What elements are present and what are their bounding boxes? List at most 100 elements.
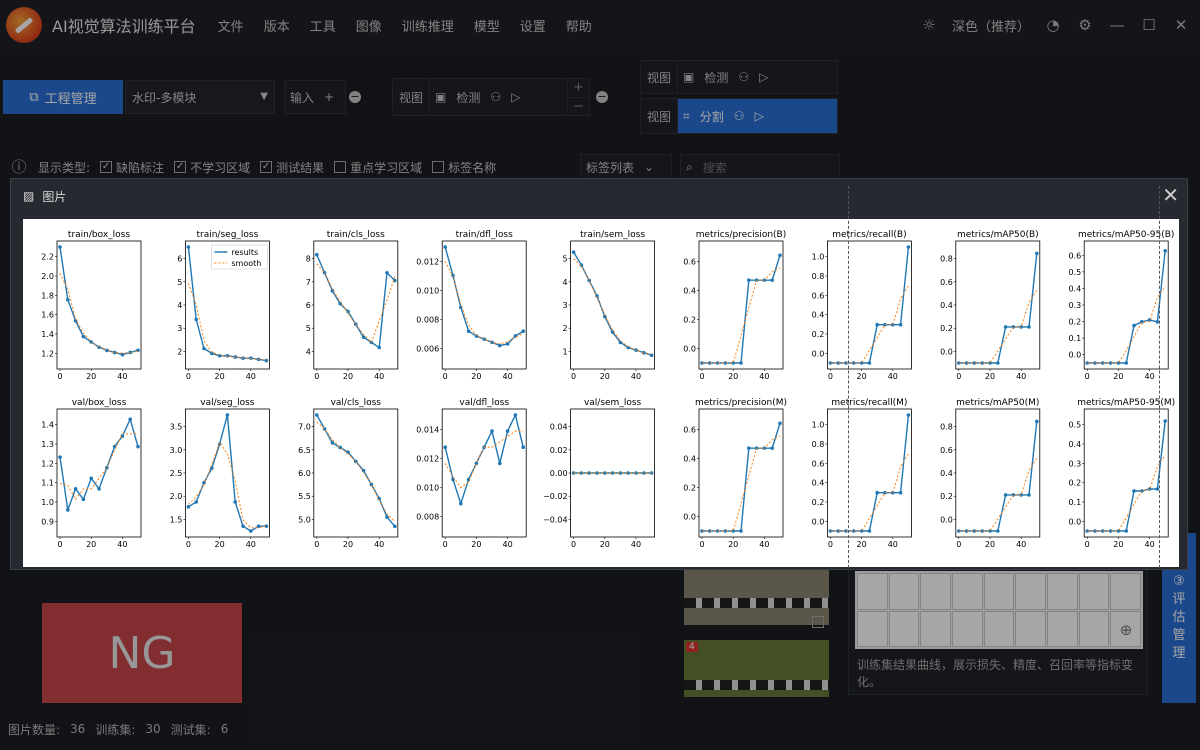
panel-frame: [441, 240, 527, 370]
results-point: [322, 270, 327, 275]
results-point: [906, 245, 911, 249]
y-tick-label: 1.3: [41, 440, 54, 449]
x-tick-label: 40: [631, 540, 641, 549]
panel-title: val/cls_loss: [331, 398, 382, 408]
results-point: [490, 429, 494, 433]
y-tick-label: 0.0: [812, 517, 825, 526]
x-tick-label: 20: [985, 540, 995, 549]
results-point: [233, 500, 237, 504]
y-tick-label: 0.2: [683, 484, 696, 493]
y-tick-label: 0.1: [1068, 498, 1081, 507]
y-tick-label: 7.0: [298, 423, 311, 432]
results-point: [747, 446, 751, 450]
y-tick-label: −0.04: [543, 515, 568, 524]
results-point: [521, 445, 525, 450]
results-point: [571, 250, 576, 254]
x-tick-label: 0: [1085, 540, 1090, 549]
results-point: [241, 524, 245, 528]
x-tick-label: 40: [759, 540, 769, 549]
results-point: [443, 445, 448, 450]
dialog-header: ▨ 图片: [11, 179, 1187, 213]
x-tick-label: 0: [1085, 372, 1090, 381]
x-tick-label: 0: [186, 540, 191, 549]
results-point: [770, 278, 774, 282]
results-point: [89, 476, 93, 481]
results-point: [466, 329, 471, 334]
x-tick-label: 20: [728, 372, 738, 381]
y-tick-label: 0.0: [812, 349, 825, 358]
y-tick-label: 4: [306, 347, 311, 356]
y-tick-label: 7: [306, 278, 311, 287]
x-tick-label: 40: [631, 372, 641, 381]
y-tick-label: 0.6: [940, 446, 953, 455]
y-tick-label: 0.8: [812, 440, 825, 449]
results-point: [1003, 325, 1008, 329]
y-tick-label: 0.8: [940, 423, 953, 432]
x-tick-label: 0: [828, 540, 833, 549]
results-point: [898, 322, 903, 327]
y-tick-label: 0.008: [416, 316, 439, 325]
results-point: [513, 413, 518, 417]
dialog-title: 图片: [42, 189, 67, 204]
results-point: [1035, 251, 1039, 256]
x-tick-label: 20: [86, 372, 96, 381]
panel-title: metrics/recall(M): [831, 398, 907, 408]
results-point: [73, 487, 78, 491]
dialog-close-icon[interactable]: ✕: [1162, 185, 1179, 205]
panel-title: train/dfl_loss: [456, 230, 514, 240]
panel-title: metrics/precision(B): [696, 230, 787, 240]
y-tick-label: 0.2: [683, 316, 696, 325]
results-point: [1027, 493, 1031, 497]
y-tick-label: 0.00: [550, 469, 568, 478]
y-tick-label: 1.1: [41, 479, 54, 488]
y-tick-label: 1.0: [41, 498, 54, 507]
x-tick-label: 0: [699, 540, 704, 549]
y-tick-label: 0.0: [683, 513, 696, 522]
results-chart: train/box_loss1.21.41.61.82.02.20 20 40tra…: [41, 230, 1175, 549]
x-tick-label: 0: [314, 540, 319, 549]
y-tick-label: 0.4: [1068, 284, 1081, 293]
y-tick-label: 0.2: [812, 498, 825, 507]
x-tick-label: 20: [600, 372, 610, 381]
results-point: [58, 245, 62, 249]
x-tick-label: 20: [600, 540, 610, 549]
y-tick-label: 0.2: [812, 330, 825, 339]
results-point: [443, 245, 448, 249]
image-dialog: ▨ 图片 ✕ train/box_loss 1.2 1.4 1.6 1.8 2.0 2.2 0…: [10, 178, 1188, 570]
results-point: [898, 490, 903, 495]
y-tick-label: 1: [563, 347, 568, 356]
results-point: [587, 278, 591, 283]
y-tick-label: 0.010: [416, 484, 439, 493]
y-tick-label: 0.02: [550, 446, 568, 455]
results-point: [186, 245, 191, 249]
x-tick-label: 20: [343, 540, 353, 549]
results-point: [97, 487, 101, 491]
x-tick-label: 0: [956, 540, 961, 549]
results-point: [996, 529, 1000, 533]
x-tick-label: 0: [699, 372, 704, 381]
y-tick-label: 2: [177, 347, 182, 356]
panel-frame: [441, 408, 527, 538]
x-tick-label: 40: [374, 372, 384, 381]
y-tick-label: 0.6: [812, 459, 825, 468]
y-tick-label: 0.4: [940, 301, 953, 310]
x-tick-label: 20: [728, 540, 738, 549]
y-tick-label: 4: [563, 278, 568, 287]
y-tick-label: 0.0: [940, 515, 953, 524]
panel-title: val/seg_loss: [200, 398, 255, 408]
y-tick-label: 6.0: [298, 469, 311, 478]
results-point: [778, 253, 782, 258]
y-tick-label: 1.2: [41, 459, 54, 468]
y-tick-label: 0.012: [416, 258, 439, 267]
y-tick-label: 0.4: [940, 469, 953, 478]
legend-results-label: results: [231, 248, 258, 257]
y-tick-label: 1.5: [170, 515, 183, 524]
panel-title: val/dfl_loss: [459, 398, 509, 408]
y-tick-label: 0.4: [683, 455, 696, 464]
y-tick-label: 0.6: [940, 278, 953, 287]
x-tick-label: 20: [1113, 372, 1123, 381]
x-tick-label: 20: [86, 540, 96, 549]
y-tick-label: 0.4: [812, 311, 825, 320]
panel-title: metrics/mAP50(B): [957, 230, 1039, 240]
y-tick-label: 0.0: [1068, 351, 1081, 360]
